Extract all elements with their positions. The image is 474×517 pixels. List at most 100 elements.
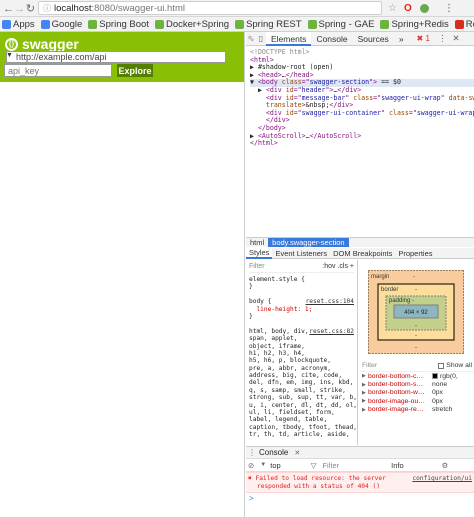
styles-filter-tools[interactable]: :hov .cls + bbox=[322, 263, 354, 270]
tab-styles[interactable]: Styles bbox=[246, 247, 273, 259]
dom-token: swagger-ui-wrap bbox=[416, 108, 474, 117]
style-rule-line: q, s, samp, small, strike, bbox=[249, 387, 354, 394]
computed-property-name: border-image-re… bbox=[368, 406, 424, 414]
filter-toggle-icon[interactable]: ▽ bbox=[311, 461, 317, 470]
close-devtools-icon[interactable]: ✕ bbox=[452, 33, 459, 44]
computed-filter-input[interactable]: Filter bbox=[362, 362, 377, 369]
style-rule-line: del, dfn, em, img, ins, kbd, bbox=[249, 379, 354, 386]
swagger-logo[interactable]: {} swagger bbox=[5, 36, 79, 52]
styles-filter-input[interactable]: Filter bbox=[249, 263, 265, 270]
error-source-link[interactable]: configuration/ui bbox=[412, 475, 472, 483]
border-bottom-value: - bbox=[415, 333, 417, 339]
console-prompt[interactable]: > bbox=[246, 493, 474, 504]
style-rule-line: h1, h2, h3, h4, bbox=[249, 350, 354, 357]
error-icon: ✖ bbox=[416, 34, 424, 43]
address-bar[interactable]: ⓘ localhost:8080/swagger-ui.html bbox=[38, 1, 382, 15]
tab-elements[interactable]: Elements bbox=[266, 31, 312, 46]
bookmark-item[interactable]: Spring REST bbox=[235, 19, 302, 30]
border-label: border bbox=[381, 287, 398, 293]
close-drawer-icon[interactable]: ✕ bbox=[294, 449, 300, 457]
breadcrumb-body[interactable]: body.swagger-section bbox=[268, 238, 349, 247]
style-rule-line: object, iframe, bbox=[249, 343, 354, 350]
reload-icon[interactable]: ↻ bbox=[24, 2, 37, 15]
tab-event-listeners[interactable]: Event Listeners bbox=[272, 249, 330, 258]
style-text: strong, sub, sup, tt, var, b, bbox=[249, 394, 358, 402]
opera-icon[interactable]: O bbox=[404, 2, 412, 15]
dom-token: " bbox=[440, 93, 449, 102]
style-source-link[interactable]: reset.css:104 bbox=[306, 298, 354, 305]
style-text: del, dfn, em, img, ins, kbd, bbox=[249, 379, 354, 387]
style-rule-line: address, big, cite, code, bbox=[249, 372, 354, 379]
style-rule-line: label, legend, table, bbox=[249, 416, 354, 423]
error-text-line1: Failed to load resource: the server bbox=[255, 475, 386, 482]
elements-tree: <!DOCTYPE html> <html> ▶ #shadow-root (ope… bbox=[246, 46, 474, 236]
computed-property-row[interactable]: ▶ border-bottom-c… rgb(0, bbox=[360, 372, 474, 380]
padding-bottom-value: - bbox=[415, 323, 417, 329]
console-error-message: ✖ Failed to load resource: the server re… bbox=[246, 472, 474, 493]
clear-console-icon[interactable]: ⊘ bbox=[248, 461, 254, 470]
padding-label: padding - bbox=[389, 298, 414, 304]
context-select[interactable]: top bbox=[270, 461, 280, 470]
computed-property-row[interactable]: ▶ border-bottom-s… none bbox=[360, 380, 474, 388]
style-rule-line: } bbox=[249, 283, 354, 290]
computed-value-text: 0px bbox=[432, 389, 443, 397]
breadcrumb-html[interactable]: html bbox=[246, 238, 268, 247]
bookmark-favicon-icon bbox=[454, 19, 464, 29]
computed-property-value: rgb(0, bbox=[432, 373, 458, 380]
more-options-icon[interactable]: ⋮ bbox=[438, 33, 447, 44]
console-settings-icon[interactable]: ⚙ bbox=[442, 461, 449, 470]
dropdown-arrow-icon[interactable]: ▼ bbox=[6, 52, 14, 62]
bookmark-favicon-icon bbox=[235, 19, 245, 29]
computed-filter[interactable]: Filter Show all bbox=[360, 360, 474, 372]
bookmark-item[interactable]: Spring Boot bbox=[88, 19, 149, 30]
bookmark-favicon-icon bbox=[307, 19, 317, 29]
bookmark-item[interactable]: Docker+Spring bbox=[154, 19, 229, 30]
more-tabs-button[interactable]: » bbox=[394, 32, 409, 46]
console-drawer: ⋮ Console ✕ ⊘ ▼ top ▽ Filter Info ⚙ ✖ Fa… bbox=[246, 446, 474, 517]
style-rule-line: strong, sub, sup, tt, var, b, bbox=[249, 394, 358, 402]
styles-filter[interactable]: Filter :hov .cls + bbox=[249, 262, 354, 273]
bookmark-favicon-icon bbox=[88, 19, 98, 29]
dom-node-line[interactable]: </html> bbox=[250, 139, 474, 148]
dom-node-line[interactable]: ▶ <AutoScroll>…</AutoScroll> bbox=[250, 132, 474, 141]
tab-sources[interactable]: Sources bbox=[353, 32, 394, 46]
menu-icon[interactable]: ⋮ bbox=[444, 2, 454, 15]
style-text: tr, th, td, article, aside, bbox=[249, 431, 350, 439]
tab-dom-breakpoints[interactable]: DOM Breakpoints bbox=[330, 249, 395, 258]
device-toggle-icon[interactable]: ▯ bbox=[256, 34, 266, 43]
dom-node-line[interactable]: <!DOCTYPE html> bbox=[250, 48, 474, 57]
tab-console[interactable]: Console bbox=[311, 32, 352, 46]
drawer-menu-icon[interactable]: ⋮ bbox=[248, 448, 256, 457]
computed-value-text: none bbox=[432, 381, 448, 389]
style-source-link[interactable]: reset.css:82 bbox=[309, 328, 354, 335]
extension-icon[interactable] bbox=[420, 2, 429, 15]
style-rule-line: pre, a, abbr, acronym, bbox=[249, 365, 354, 372]
styles-pane: Filter :hov .cls + element.style {} body … bbox=[246, 260, 358, 445]
bookmark-item[interactable]: Spring+Redis bbox=[380, 19, 449, 30]
console-filter-input[interactable]: Filter bbox=[322, 461, 339, 470]
show-all-checkbox[interactable]: Show all bbox=[438, 362, 472, 369]
dom-token: swagger-ui-container bbox=[301, 108, 382, 117]
computed-property-row[interactable]: ▶ border-bottom-w… 0px bbox=[360, 389, 474, 397]
log-level-select[interactable]: Info bbox=[391, 461, 404, 470]
bookmark-favicon-icon bbox=[40, 19, 50, 29]
computed-property-row[interactable]: ▶ border-image-re… stretch bbox=[360, 406, 474, 414]
computed-property-row[interactable]: ▶ border-image-ou… 0px bbox=[360, 397, 474, 405]
bookmark-item[interactable]: Apps bbox=[2, 19, 35, 30]
api-key-input[interactable] bbox=[4, 64, 112, 77]
api-url-input[interactable] bbox=[6, 51, 226, 63]
tab-properties[interactable]: Properties bbox=[395, 249, 435, 258]
bookmark-item[interactable]: Redis Java bbox=[454, 19, 474, 30]
bookmark-item[interactable]: Google bbox=[40, 19, 82, 30]
error-count-badge[interactable]: ✖ 1 bbox=[417, 34, 430, 43]
info-icon[interactable]: ⓘ bbox=[43, 3, 51, 14]
error-count: 1 bbox=[425, 34, 430, 43]
bookmark-item[interactable]: Spring - GAE bbox=[307, 19, 374, 30]
inspect-icon[interactable]: ⬁ bbox=[246, 34, 256, 43]
url-host: localhost bbox=[54, 2, 92, 14]
explore-button[interactable]: Explore bbox=[117, 64, 153, 77]
console-drawer-tab[interactable]: Console bbox=[259, 448, 288, 457]
style-text: html, body, div, bbox=[249, 327, 309, 335]
star-icon[interactable]: ☆ bbox=[388, 2, 397, 15]
console-toolbar: ⊘ ▼ top ▽ Filter Info ⚙ bbox=[246, 459, 474, 472]
